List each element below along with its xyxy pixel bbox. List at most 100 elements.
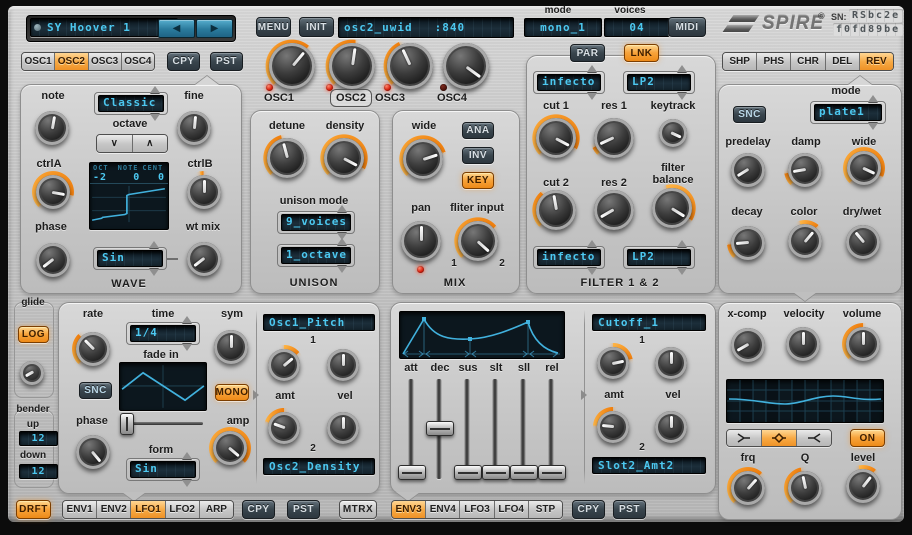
tab-osc4[interactable]: OSC4: [122, 53, 154, 70]
tab-env3[interactable]: ENV3: [392, 501, 426, 518]
stepper-down-icon[interactable]: [149, 269, 159, 276]
stepper-down-icon[interactable]: [868, 123, 878, 130]
wt-mix-knob[interactable]: [182, 237, 226, 281]
unison-voices-select[interactable]: 9_voices: [277, 211, 355, 234]
cut2-knob[interactable]: [531, 185, 581, 235]
slot-b-amt2-knob[interactable]: [592, 406, 634, 448]
x-comp-knob[interactable]: [726, 323, 770, 367]
att-slider-handle[interactable]: [398, 465, 426, 480]
bender-up-display[interactable]: 12: [19, 431, 58, 446]
detune-knob[interactable]: [262, 133, 312, 183]
high-shelf-icon[interactable]: [797, 430, 831, 446]
mod-copy-button-right[interactable]: CPY: [572, 500, 605, 519]
tab-shp[interactable]: SHP: [723, 53, 757, 70]
stepper-up-icon[interactable]: [587, 240, 597, 247]
stepper-up-icon[interactable]: [677, 65, 687, 72]
slot-b-amt1-knob[interactable]: [592, 342, 634, 384]
slot-b-vel2-knob[interactable]: [650, 406, 692, 448]
octave-up-button[interactable]: ∧: [133, 135, 168, 152]
slot-b-target2-display[interactable]: Slot2_Amt2: [592, 457, 706, 474]
stepper-up-icon[interactable]: [868, 95, 878, 102]
filter1-mode-select[interactable]: LP2: [623, 71, 695, 94]
ctrl-a-knob[interactable]: [31, 170, 75, 214]
tab-lfo2[interactable]: LFO2: [166, 501, 200, 518]
tab-env2[interactable]: ENV2: [97, 501, 131, 518]
cut1-knob[interactable]: [531, 113, 581, 163]
fade-slider[interactable]: [119, 413, 205, 433]
q-knob[interactable]: [783, 466, 827, 510]
rev-wide-knob[interactable]: [842, 146, 886, 190]
stepper-up-icon[interactable]: [337, 238, 347, 245]
tab-rev[interactable]: REV: [860, 53, 893, 70]
stepper-down-icon[interactable]: [150, 114, 160, 121]
stepper-down-icon[interactable]: [337, 266, 347, 273]
filter-input-knob[interactable]: [453, 216, 503, 266]
voices-display[interactable]: 04: [604, 18, 670, 37]
velocity-knob[interactable]: [781, 322, 825, 366]
wave-form-select[interactable]: Sin: [93, 247, 167, 270]
reverb-sync-button[interactable]: SNC: [733, 106, 766, 123]
slt-slider[interactable]: [482, 377, 508, 481]
mod-copy-button-left[interactable]: CPY: [242, 500, 275, 519]
tab-osc2[interactable]: OSC2: [55, 53, 88, 70]
ana-button[interactable]: ANA: [462, 122, 494, 139]
peak-bell-icon[interactable]: [762, 430, 797, 446]
lfo-form-select[interactable]: Sin: [126, 458, 200, 481]
res1-knob[interactable]: [589, 113, 639, 163]
tab-chr[interactable]: CHR: [791, 53, 825, 70]
lfo-sync-button[interactable]: SNC: [79, 382, 112, 399]
slot-a-amt2-knob[interactable]: [263, 407, 305, 449]
tab-osc3[interactable]: OSC3: [89, 53, 122, 70]
tab-env1[interactable]: ENV1: [63, 501, 97, 518]
stepper-up-icon[interactable]: [149, 241, 159, 248]
tab-stp[interactable]: STP: [529, 501, 562, 518]
drift-button[interactable]: DRFT: [16, 500, 51, 519]
mod-paste-button-left[interactable]: PST: [287, 500, 320, 519]
filter1-type-select[interactable]: infecto: [533, 71, 605, 94]
midi-button[interactable]: MIDI: [668, 17, 706, 37]
level-knob[interactable]: [841, 464, 885, 508]
fade-slider-handle[interactable]: [120, 413, 134, 435]
frq-knob[interactable]: [726, 466, 770, 510]
amp-knob[interactable]: [208, 426, 252, 470]
rel-slider[interactable]: [538, 377, 564, 481]
key-button[interactable]: KEY: [462, 172, 494, 189]
reverb-mode-select[interactable]: plate1: [810, 101, 886, 124]
filter-link-button[interactable]: LNK: [624, 44, 659, 62]
stepper-down-icon[interactable]: [587, 93, 597, 100]
stepper-up-icon[interactable]: [337, 205, 347, 212]
stepper-up-icon[interactable]: [587, 65, 597, 72]
tab-arp[interactable]: ARP: [200, 501, 233, 518]
tab-del[interactable]: DEL: [826, 53, 860, 70]
tab-lfo4[interactable]: LFO4: [495, 501, 529, 518]
slot-a-target2-display[interactable]: Osc2_Density: [263, 458, 375, 475]
matrix-button[interactable]: MTRX: [339, 500, 377, 519]
slot-a-vel2-knob[interactable]: [322, 407, 364, 449]
dec-slider-handle[interactable]: [426, 421, 454, 436]
res2-knob[interactable]: [589, 185, 639, 235]
dec-slider[interactable]: [426, 377, 452, 481]
dry-wet-knob[interactable]: [841, 220, 885, 264]
density-knob[interactable]: [319, 133, 369, 183]
tab-env4[interactable]: ENV4: [426, 501, 460, 518]
pan-knob[interactable]: [396, 216, 446, 266]
stepper-down-icon[interactable]: [677, 93, 687, 100]
sus-slider[interactable]: [454, 377, 480, 481]
stepper-up-icon[interactable]: [150, 86, 160, 93]
bender-down-display[interactable]: 12: [19, 464, 58, 479]
osc-paste-button[interactable]: PST: [210, 52, 243, 71]
volume-knob[interactable]: [841, 322, 885, 366]
sll-slider-handle[interactable]: [510, 465, 538, 480]
slot-b-target1-display[interactable]: Cutoff_1: [592, 314, 706, 331]
sus-slider-handle[interactable]: [454, 465, 482, 480]
lfo-phase-knob[interactable]: [71, 430, 115, 474]
color-knob[interactable]: [783, 219, 827, 263]
osc-phase-knob[interactable]: [31, 238, 75, 282]
rate-knob[interactable]: [71, 327, 115, 371]
unison-octave-select[interactable]: 1_octave: [277, 244, 355, 267]
mode-display[interactable]: mono_1: [524, 18, 602, 37]
stepper-up-icon[interactable]: [182, 452, 192, 459]
filter2-type-select[interactable]: infecto: [533, 246, 605, 269]
mod-paste-button-right[interactable]: PST: [613, 500, 646, 519]
mix-wide-knob[interactable]: [398, 134, 448, 184]
